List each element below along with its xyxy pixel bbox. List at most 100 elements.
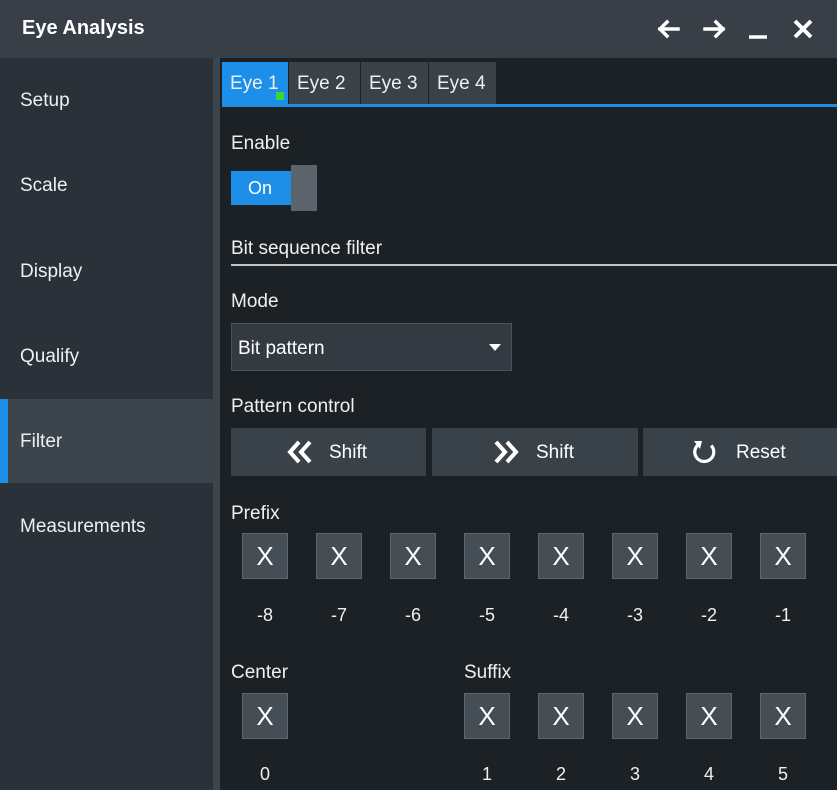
section-divider — [231, 264, 837, 266]
bit-index: 5 — [777, 764, 788, 784]
sidebar-splitter[interactable] — [213, 58, 220, 790]
bit-index: -8 — [256, 605, 273, 625]
bit-index: 2 — [555, 764, 566, 784]
center-bit[interactable]: X — [242, 693, 288, 739]
tab-eye-2[interactable]: Eye 2 — [289, 62, 360, 104]
prefix-label: Prefix — [231, 503, 280, 524]
enable-label: Enable — [231, 133, 291, 154]
tab-label: Eye 2 — [297, 73, 346, 94]
reset-label: Reset — [736, 442, 786, 463]
bit-value: X — [700, 701, 718, 731]
double-chevron-left-icon — [284, 436, 316, 468]
bit-index: -6 — [404, 605, 421, 625]
toggle-on-state: On — [231, 171, 291, 205]
bit-index: -4 — [552, 605, 569, 625]
sidebar-item-label: Display — [20, 261, 83, 282]
dropdown-caret-icon — [489, 344, 501, 351]
bit-index: -5 — [478, 605, 495, 625]
sidebar-item-label: Qualify — [20, 346, 80, 367]
sidebar-item-qualify[interactable]: Qualify — [0, 314, 213, 398]
prefix-bit[interactable]: X — [390, 533, 436, 579]
pattern-control-label: Pattern control — [231, 396, 355, 417]
section-title: Bit sequence filter — [231, 238, 383, 259]
minimize-icon — [749, 35, 767, 39]
tab-label: Eye 4 — [437, 73, 486, 94]
active-indicator-icon — [276, 92, 284, 100]
sidebar: Setup Scale Display Qualify Filter Measu… — [0, 58, 213, 790]
shift-right-label: Shift — [536, 442, 575, 463]
tab-eye-3[interactable]: Eye 3 — [361, 62, 428, 104]
bit-value: X — [256, 701, 274, 731]
close-button[interactable] — [783, 9, 823, 49]
bit-index: 0 — [259, 764, 270, 784]
reset-button[interactable]: Reset — [643, 428, 837, 476]
suffix-bit[interactable]: X — [760, 693, 806, 739]
mode-value: Bit pattern — [238, 338, 325, 359]
prefix-bit[interactable]: X — [538, 533, 584, 579]
center-label: Center — [231, 662, 289, 683]
minimize-button[interactable] — [738, 9, 778, 49]
bit-index: 3 — [629, 764, 640, 784]
bit-value: X — [478, 701, 496, 731]
forward-button[interactable] — [695, 9, 735, 49]
reset-icon — [688, 436, 720, 468]
prefix-bit[interactable]: X — [612, 533, 658, 579]
mode-label: Mode — [231, 291, 279, 312]
prefix-bit[interactable]: X — [464, 533, 510, 579]
sidebar-item-label: Scale — [20, 175, 68, 196]
sidebar-item-measurements[interactable]: Measurements — [0, 484, 213, 568]
sidebar-item-display[interactable]: Display — [0, 229, 213, 313]
tab-label: Eye 3 — [369, 73, 418, 94]
tab-eye-4[interactable]: Eye 4 — [429, 62, 496, 104]
toggle-value: On — [248, 178, 273, 198]
close-icon — [793, 19, 813, 39]
double-chevron-right-icon — [490, 436, 522, 468]
bit-index: -7 — [330, 605, 347, 625]
suffix-label: Suffix — [464, 662, 512, 683]
back-button[interactable] — [648, 9, 688, 49]
sidebar-item-label: Measurements — [20, 516, 146, 537]
shift-left-button[interactable]: Shift — [231, 428, 426, 476]
tab-label: Eye 1 — [230, 73, 279, 94]
suffix-bit[interactable]: X — [464, 693, 510, 739]
bit-value: X — [774, 701, 792, 731]
suffix-bit[interactable]: X — [538, 693, 584, 739]
mode-select[interactable]: Bit pattern — [231, 323, 512, 371]
sidebar-item-scale[interactable]: Scale — [0, 143, 213, 227]
bit-value: X — [256, 541, 274, 571]
bit-index: -3 — [626, 605, 643, 625]
bit-value: X — [626, 701, 644, 731]
prefix-bit[interactable]: X — [760, 533, 806, 579]
bit-index: -1 — [774, 605, 791, 625]
bit-value: X — [478, 541, 496, 571]
toggle-knob — [291, 165, 317, 211]
prefix-bit[interactable]: X — [316, 533, 362, 579]
bit-index: -2 — [700, 605, 717, 625]
arrow-right-icon — [703, 19, 726, 39]
bit-value: X — [774, 541, 792, 571]
bit-value: X — [330, 541, 348, 571]
bit-value: X — [552, 541, 570, 571]
bit-value: X — [404, 541, 422, 571]
window-title: Eye Analysis — [22, 17, 145, 39]
bit-value: X — [626, 541, 644, 571]
sidebar-item-label: Setup — [20, 90, 70, 111]
arrow-left-icon — [657, 19, 680, 39]
bit-index: 1 — [481, 764, 492, 784]
tab-underline — [222, 104, 837, 107]
suffix-bit[interactable]: X — [686, 693, 732, 739]
sidebar-item-filter[interactable]: Filter — [0, 399, 213, 483]
title-bar: Eye Analysis — [0, 0, 837, 58]
prefix-bit[interactable]: X — [686, 533, 732, 579]
tab-eye-1[interactable]: Eye 1 — [222, 62, 288, 104]
bit-index: 4 — [703, 764, 714, 784]
bit-value: X — [552, 701, 570, 731]
enable-toggle[interactable]: On — [231, 165, 317, 211]
sidebar-item-label: Filter — [20, 431, 63, 452]
shift-right-button[interactable]: Shift — [432, 428, 638, 476]
suffix-bit[interactable]: X — [612, 693, 658, 739]
shift-left-label: Shift — [329, 442, 368, 463]
sidebar-item-setup[interactable]: Setup — [0, 58, 213, 142]
prefix-bit[interactable]: X — [242, 533, 288, 579]
bit-value: X — [700, 541, 718, 571]
